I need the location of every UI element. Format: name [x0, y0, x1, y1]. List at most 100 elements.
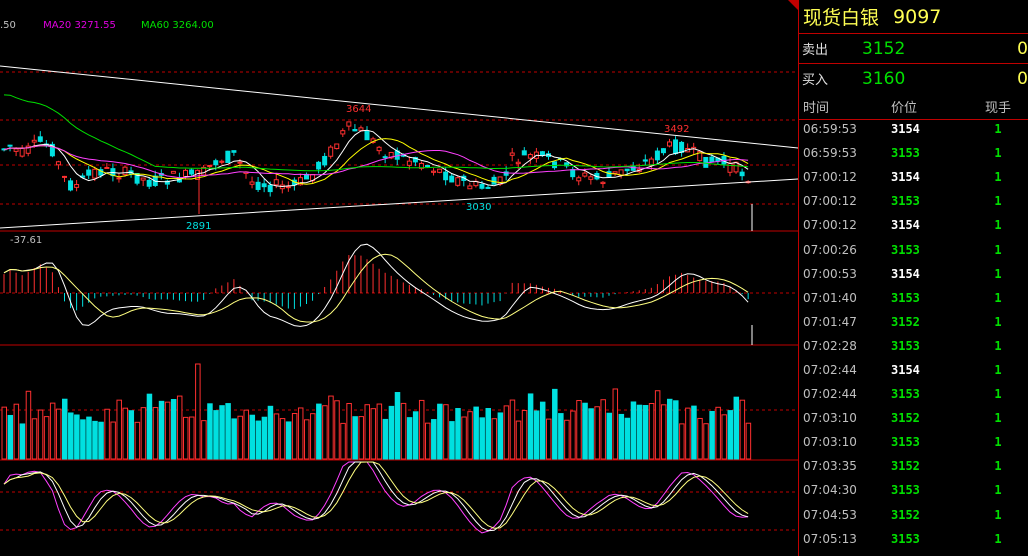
candle-body [255, 181, 261, 190]
volume-bar [370, 408, 377, 460]
volume-bar [92, 420, 98, 460]
volume-bar [461, 416, 467, 460]
candle-body [62, 175, 67, 178]
tick-time: 07:00:12 [803, 170, 857, 185]
volume-bar [612, 388, 619, 460]
candle-body [552, 161, 558, 169]
tick-volume: 1 [994, 531, 1002, 546]
volume-bar [176, 395, 183, 460]
candle-body [515, 161, 521, 165]
volume-bar [727, 410, 733, 460]
volume-bar [443, 404, 449, 460]
volume-bar [449, 421, 455, 460]
volume-bar [183, 416, 189, 460]
candle-body [612, 171, 618, 174]
volume-bar [667, 398, 673, 460]
annotation-high-right: 3492 [664, 124, 689, 135]
volume-bar [31, 418, 38, 460]
tick-time: 06:59:53 [803, 146, 857, 161]
volume-bar [25, 390, 32, 460]
candle-body [352, 128, 358, 132]
tick-time: 06:59:53 [803, 122, 857, 137]
candle-body [382, 156, 388, 159]
volume-bar [642, 405, 649, 460]
volume-bar [491, 418, 498, 460]
kline-chart-svg[interactable]: 3644 3492 2891 3030 -37.61 [0, 0, 798, 556]
candle-body [334, 143, 340, 150]
kline-chart-area[interactable]: 3644 3492 2891 3030 -37.61 .50 MA20 3271… [0, 0, 798, 556]
volume-bar [134, 421, 141, 460]
candle-body [328, 146, 334, 157]
tick-list[interactable]: 06:59:53 3154 1 06:59:53 3153 1 07:00:12 3154 1 0… [799, 117, 1028, 551]
tick-time: 07:01:47 [803, 314, 857, 329]
volume-bar [721, 414, 727, 460]
candle-body [527, 154, 533, 159]
candle-body [539, 151, 545, 156]
volume-bar [624, 417, 631, 460]
candle-body [213, 160, 219, 166]
volume-bar [243, 409, 249, 460]
volume-bar [55, 408, 62, 460]
candle-body [449, 175, 455, 183]
volume-bar [733, 396, 740, 460]
tick-price: 3153 [891, 290, 920, 305]
tick-row: 06:59:53 3154 1 [799, 117, 1028, 141]
tick-header: 时间 价位 现手 [799, 93, 1028, 120]
tick-volume: 1 [994, 314, 1002, 329]
tick-volume: 1 [994, 266, 1002, 281]
volume-bar [158, 400, 165, 460]
candle-body [189, 169, 195, 175]
volume-bar [654, 390, 661, 460]
volume-bar [310, 413, 316, 460]
volume-bar [304, 419, 310, 460]
candle-body [479, 183, 485, 189]
tick-volume: 1 [994, 218, 1002, 233]
volume-bar [576, 400, 582, 460]
instrument-title: 现货白银 9097 [799, 0, 1028, 34]
volume-bar [697, 417, 703, 460]
volume-bar [249, 414, 256, 460]
candle-body [146, 179, 152, 187]
volume-bar [594, 406, 600, 460]
volume-bar [116, 399, 122, 460]
volume-bar [164, 401, 171, 460]
candle-body [431, 170, 437, 173]
volume-bar [110, 421, 116, 460]
volume-bar [425, 422, 431, 460]
tick-volume: 1 [994, 507, 1002, 522]
candle-body [521, 150, 527, 156]
volume-bar [170, 399, 177, 460]
buy-label: 买入 [802, 73, 829, 88]
tick-row: 07:04:30 3153 1 [799, 478, 1028, 502]
tick-row: 07:00:26 3153 1 [799, 237, 1028, 261]
candle-body [509, 152, 515, 156]
volume-bar [316, 403, 322, 460]
candle-body [570, 169, 576, 178]
volume-bar [1, 406, 7, 460]
sell-row[interactable]: 卖出 3152 0 [799, 34, 1028, 63]
candle-body [667, 141, 672, 147]
tick-price: 3153 [891, 483, 920, 498]
volume-bar [467, 411, 473, 460]
tick-price: 3152 [891, 314, 920, 329]
tick-volume: 1 [994, 411, 1002, 426]
corner-marker [788, 0, 798, 10]
volume-bar [546, 418, 552, 460]
volume-bar [152, 407, 159, 460]
buy-row[interactable]: 买入 3160 0 [799, 64, 1028, 93]
volume-bar [582, 402, 588, 460]
volume-bar [388, 405, 395, 460]
tick-time: 07:00:12 [803, 194, 857, 209]
volume-bar [146, 393, 153, 460]
volume-bar [431, 419, 437, 460]
candle-body [588, 176, 594, 180]
candle-body [68, 180, 74, 191]
col-volume: 现手 [984, 100, 1011, 116]
tick-time: 07:03:35 [803, 459, 857, 474]
volume-bar [618, 413, 625, 460]
volume-bar [503, 405, 510, 460]
grid-lines [0, 71, 798, 531]
candle-body [739, 171, 745, 177]
volume-bar [19, 423, 26, 460]
annotation-low-left: 2891 [186, 221, 211, 232]
